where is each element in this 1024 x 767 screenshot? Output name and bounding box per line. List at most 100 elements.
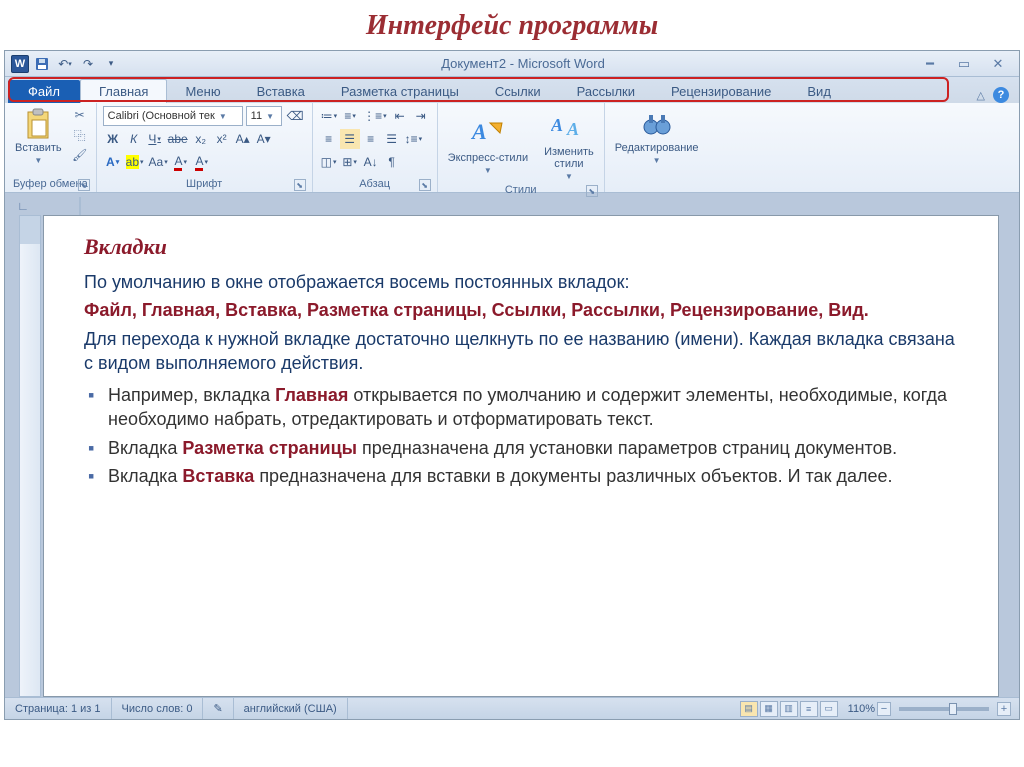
tab-file[interactable]: Файл (8, 80, 80, 103)
ribbon-tabs: Файл Главная Меню Вставка Разметка стран… (5, 77, 1019, 103)
paste-button[interactable]: Вставить ▼ (11, 106, 66, 167)
group-clipboard-label: Буфер обмена⬊ (11, 177, 90, 192)
line-spacing-icon[interactable]: ↕≡▾ (403, 129, 425, 149)
titlebar: W ↶▾ ↷ ▾ Документ2 - Microsoft Word ━ ▭ … (5, 51, 1019, 77)
doc-paragraph: Файл, Главная, Вставка, Разметка страниц… (84, 298, 966, 322)
font-color-icon[interactable]: A▾ (171, 152, 191, 172)
word-window: W ↶▾ ↷ ▾ Документ2 - Microsoft Word ━ ▭ … (4, 50, 1020, 720)
shrink-font-icon[interactable]: A▾ (254, 129, 274, 149)
align-right-icon[interactable]: ≡ (361, 129, 381, 149)
zoom-out-icon[interactable]: − (877, 702, 891, 716)
numbering-icon[interactable]: ≡▾ (340, 106, 360, 126)
close-icon[interactable]: ✕ (987, 56, 1009, 72)
view-print-icon[interactable]: ▤ (740, 701, 758, 717)
help-icon[interactable]: ? (993, 87, 1009, 103)
zoom-thumb[interactable] (949, 703, 957, 715)
tab-pagelayout[interactable]: Разметка страницы (323, 80, 477, 103)
launcher-icon[interactable]: ⬊ (586, 185, 598, 197)
undo-icon[interactable]: ↶▾ (55, 54, 75, 74)
window-title: Документ2 - Microsoft Word (127, 56, 919, 71)
quick-styles-icon: A (470, 114, 506, 150)
document-page[interactable]: Вкладки По умолчанию в окне отображается… (43, 215, 999, 697)
quick-styles-button[interactable]: A Экспресс-стили ▼ (444, 112, 532, 177)
binoculars-icon (641, 108, 673, 140)
zoom-slider[interactable] (899, 707, 989, 711)
redo-icon[interactable]: ↷ (78, 54, 98, 74)
minimize-icon[interactable]: ━ (919, 56, 941, 72)
tab-selector-icon[interactable]: ∟ (5, 197, 41, 215)
underline-button[interactable]: Ч▾ (145, 129, 165, 149)
superscript-button[interactable]: x² (212, 129, 232, 149)
doc-list: Например, вкладка Главная открывается по… (84, 383, 966, 488)
bold-button[interactable]: Ж (103, 129, 123, 149)
text-effects-icon[interactable]: A▾ (103, 152, 123, 172)
svg-text:A: A (551, 115, 563, 135)
doc-heading: Вкладки (84, 234, 966, 260)
indent-left-icon[interactable]: ⇤ (390, 106, 410, 126)
zoom-level[interactable]: 110% (848, 703, 875, 715)
status-language[interactable]: английский (США) (234, 698, 348, 719)
horizontal-ruler[interactable]: 1 1 2 3 4 5 6 7 8 9 10 11 12 13 14 (79, 197, 81, 215)
sort-icon[interactable]: A↓ (361, 152, 381, 172)
group-styles-label: Стили⬊ (444, 183, 598, 198)
save-icon[interactable] (32, 54, 52, 74)
cut-icon[interactable]: ✂ (70, 106, 90, 124)
tab-review[interactable]: Рецензирование (653, 80, 789, 103)
grow-font-icon[interactable]: A▴ (233, 129, 253, 149)
show-marks-icon[interactable]: ¶ (382, 152, 402, 172)
qat-customize-icon[interactable]: ▾ (101, 54, 121, 74)
paste-label: Вставить (15, 142, 62, 154)
borders-icon[interactable]: ⊞▾ (340, 152, 360, 172)
view-web-icon[interactable]: ▥ (780, 701, 798, 717)
group-editing-label (611, 177, 703, 192)
tab-mailings[interactable]: Рассылки (559, 80, 653, 103)
view-draft-icon[interactable]: ▭ (820, 701, 838, 717)
view-outline-icon[interactable]: ≡ (800, 701, 818, 717)
font-name-combo[interactable]: Calibri (Основной тек▼ (103, 106, 243, 126)
copy-icon[interactable]: ⿻ (70, 126, 90, 144)
zoom-in-icon[interactable]: + (997, 702, 1011, 716)
clear-format-icon[interactable]: ⌫ (285, 106, 306, 126)
change-case-icon[interactable]: Aa▾ (147, 152, 170, 172)
status-page[interactable]: Страница: 1 из 1 (5, 698, 112, 719)
font-color2-icon[interactable]: A▾ (192, 152, 212, 172)
italic-button[interactable]: К (124, 129, 144, 149)
align-left-icon[interactable]: ≡ (319, 129, 339, 149)
collapse-ribbon-icon[interactable]: △ (977, 89, 985, 102)
maximize-icon[interactable]: ▭ (953, 56, 975, 72)
tab-references[interactable]: Ссылки (477, 80, 559, 103)
svg-text:A: A (470, 119, 487, 144)
multilevel-icon[interactable]: ⋮≡▾ (361, 106, 389, 126)
highlight-icon[interactable]: ab▾ (124, 152, 146, 172)
launcher-icon[interactable]: ⬊ (78, 179, 90, 191)
launcher-icon[interactable]: ⬊ (294, 179, 306, 191)
subscript-button[interactable]: x₂ (191, 129, 211, 149)
align-center-icon[interactable]: ☰ (340, 129, 360, 149)
strike-button[interactable]: abe (166, 129, 190, 149)
bullets-icon[interactable]: ≔▾ (319, 106, 340, 126)
change-styles-icon: AA (551, 108, 587, 144)
format-painter-icon[interactable]: 🖌 (70, 146, 90, 164)
group-editing: Редактирование ▼ (605, 103, 709, 192)
change-styles-button[interactable]: AA Изменить стили ▼ (540, 106, 598, 183)
tab-home[interactable]: Главная (80, 79, 167, 103)
editing-button[interactable]: Редактирование ▼ (611, 106, 703, 167)
shading-icon[interactable]: ◫▾ (319, 152, 339, 172)
launcher-icon[interactable]: ⬊ (419, 179, 431, 191)
tab-view[interactable]: Вид (789, 80, 849, 103)
quick-access-toolbar: W ↶▾ ↷ ▾ (5, 54, 127, 74)
font-size-combo[interactable]: 11▼ (246, 106, 282, 126)
indent-right-icon[interactable]: ⇥ (411, 106, 431, 126)
vertical-ruler[interactable] (19, 215, 41, 697)
clipboard-icon (22, 108, 54, 140)
view-reading-icon[interactable]: ▦ (760, 701, 778, 717)
tab-menu[interactable]: Меню (167, 80, 238, 103)
justify-icon[interactable]: ☰ (382, 129, 402, 149)
tab-insert[interactable]: Вставка (239, 80, 323, 103)
slide-title: Интерфейс программы (0, 0, 1024, 50)
group-paragraph: ≔▾ ≡▾ ⋮≡▾ ⇤ ⇥ ≡ ☰ ≡ ☰ ↕≡▾ ◫▾ (313, 103, 438, 192)
group-styles: A Экспресс-стили ▼ AA Изменить стили ▼ С… (438, 103, 605, 192)
change-styles-label: Изменить стили (544, 146, 594, 170)
status-words[interactable]: Число слов: 0 (112, 698, 204, 719)
status-proofing-icon[interactable]: ✎ (203, 698, 233, 719)
